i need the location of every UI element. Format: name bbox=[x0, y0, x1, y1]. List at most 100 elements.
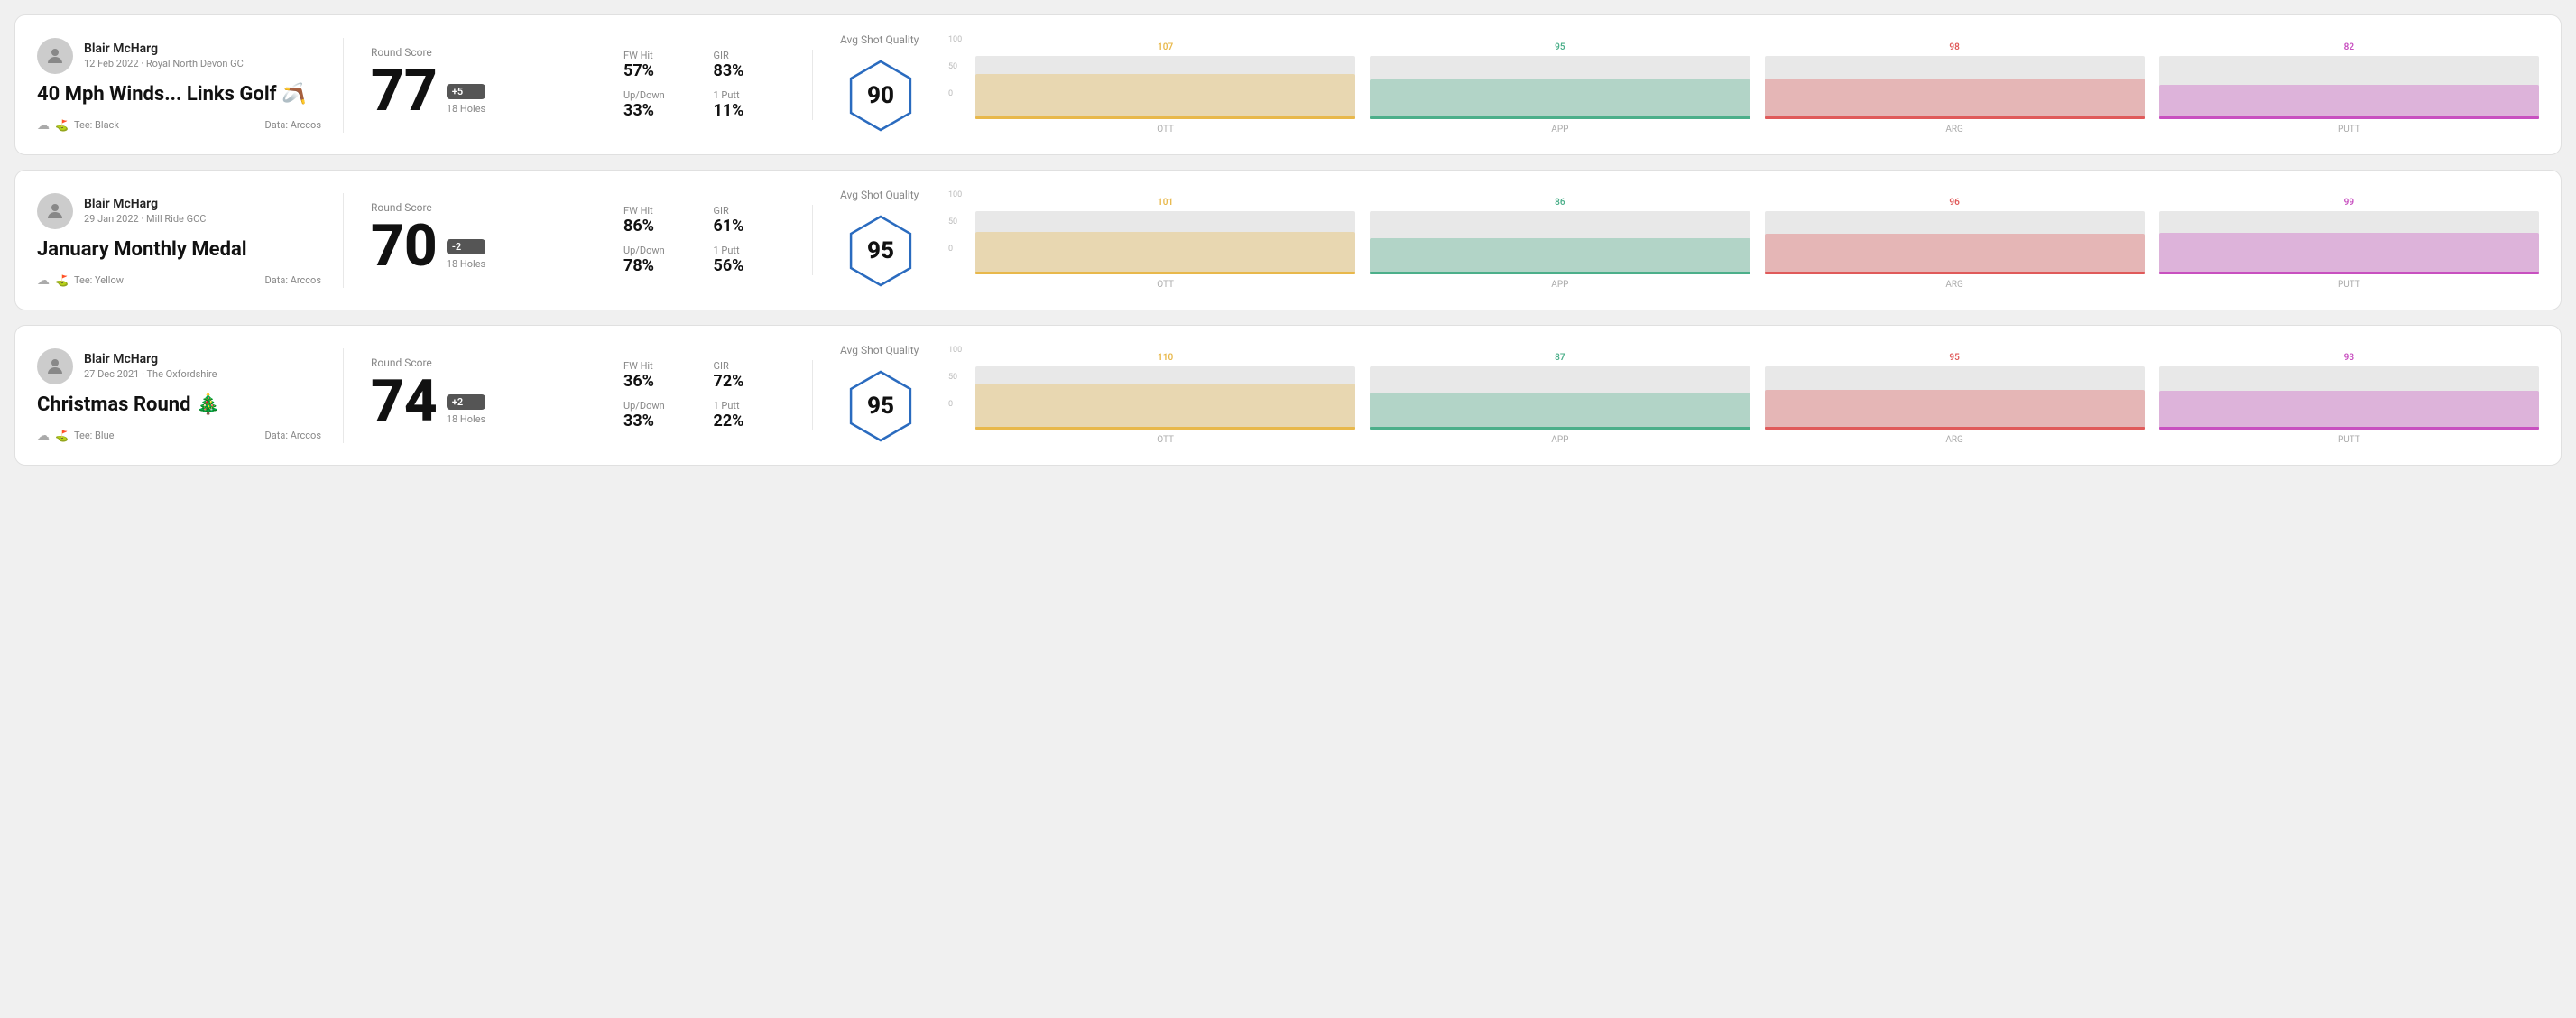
fw-hit-label: FW Hit bbox=[623, 205, 696, 217]
chart-container: 100 50 0 110 OTT 87 bbox=[948, 346, 2539, 445]
holes-label: 18 Holes bbox=[447, 258, 485, 270]
bag-icon: ⛳ bbox=[55, 430, 69, 442]
user-name: Blair McHarg bbox=[84, 197, 206, 211]
middle-section: Round Score 70 -2 18 Holes bbox=[344, 201, 596, 279]
y-axis-labels: 100 50 0 bbox=[948, 346, 962, 409]
bar-fill-arg bbox=[1765, 390, 2145, 430]
user-info: Blair McHarg 12 Feb 2022 · Royal North D… bbox=[84, 42, 244, 69]
bar-value-ott: 101 bbox=[1158, 198, 1173, 208]
hexagon: 95 bbox=[840, 366, 921, 447]
bar-line-app bbox=[1370, 116, 1750, 119]
bar-group-arg: 96 ARG bbox=[1765, 198, 2145, 290]
user-header: Blair McHarg 27 Dec 2021 · The Oxfordshi… bbox=[37, 348, 321, 384]
bar-group-putt: 82 PUTT bbox=[2159, 42, 2539, 134]
user-header: Blair McHarg 29 Jan 2022 · Mill Ride GCC bbox=[37, 193, 321, 229]
updown-value: 33% bbox=[623, 101, 696, 120]
score-row: 70 -2 18 Holes bbox=[371, 217, 568, 275]
user-icon bbox=[44, 45, 66, 67]
tee-label: Tee: Blue bbox=[74, 430, 115, 441]
score-row: 74 +2 18 Holes bbox=[371, 373, 568, 430]
user-header: Blair McHarg 12 Feb 2022 · Royal North D… bbox=[37, 38, 321, 74]
stat-fw-hit: FW Hit 36% bbox=[623, 360, 696, 391]
score-number: 70 bbox=[371, 217, 438, 275]
round-title: January Monthly Medal bbox=[37, 238, 321, 261]
avatar bbox=[37, 193, 73, 229]
bag-icon: ⛳ bbox=[55, 274, 69, 287]
bar-line-ott bbox=[975, 116, 1355, 119]
user-icon bbox=[44, 200, 66, 222]
bar-group-ott: 110 OTT bbox=[975, 353, 1355, 445]
one-putt-label: 1 Putt bbox=[714, 400, 786, 412]
stat-one-putt: 1 Putt 22% bbox=[714, 400, 786, 430]
bar-line-arg bbox=[1765, 427, 2145, 430]
score-badge-group: +5 18 Holes bbox=[447, 84, 485, 115]
score-badge: +5 bbox=[447, 84, 485, 99]
tee-info: ☁ ⛳ Tee: Blue bbox=[37, 429, 114, 443]
score-badge-group: +2 18 Holes bbox=[447, 394, 485, 425]
user-name: Blair McHarg bbox=[84, 352, 217, 366]
avg-shot-quality-label: Avg Shot Quality bbox=[840, 189, 919, 201]
user-info: Blair McHarg 27 Dec 2021 · The Oxfordshi… bbox=[84, 352, 217, 380]
bar-label-app: APP bbox=[1551, 435, 1568, 445]
updown-value: 78% bbox=[623, 256, 696, 275]
bar-value-app: 87 bbox=[1555, 353, 1565, 363]
gir-label: GIR bbox=[714, 50, 786, 61]
user-icon bbox=[44, 356, 66, 377]
fw-hit-label: FW Hit bbox=[623, 360, 696, 372]
bar-line-arg bbox=[1765, 272, 2145, 274]
bar-fill-app bbox=[1370, 393, 1750, 430]
stat-one-putt: 1 Putt 11% bbox=[714, 89, 786, 120]
bar-wrapper-ott bbox=[975, 56, 1355, 119]
stats-grid: FW Hit 86% GIR 61% Up/Down 78% 1 Putt 56… bbox=[623, 205, 785, 275]
bar-label-putt: PUTT bbox=[2338, 435, 2360, 445]
bar-fill-putt bbox=[2159, 85, 2539, 120]
round-title: Christmas Round 🎄 bbox=[37, 393, 321, 416]
holes-label: 18 Holes bbox=[447, 103, 485, 115]
right-section: Avg Shot Quality 95 100 50 0 110 bbox=[813, 344, 2539, 447]
hexagon: 95 bbox=[840, 210, 921, 292]
gir-label: GIR bbox=[714, 360, 786, 372]
bar-line-ott bbox=[975, 272, 1355, 274]
bar-line-putt bbox=[2159, 116, 2539, 119]
left-section: Blair McHarg 12 Feb 2022 · Royal North D… bbox=[37, 38, 344, 133]
chart-container: 100 50 0 101 OTT 86 bbox=[948, 190, 2539, 290]
bar-group-ott: 101 OTT bbox=[975, 198, 1355, 290]
y-axis-labels: 100 50 0 bbox=[948, 35, 962, 98]
updown-label: Up/Down bbox=[623, 89, 696, 101]
bar-label-app: APP bbox=[1551, 280, 1568, 290]
bar-wrapper-app bbox=[1370, 56, 1750, 119]
bar-line-ott bbox=[975, 427, 1355, 430]
updown-value: 33% bbox=[623, 412, 696, 430]
bar-label-putt: PUTT bbox=[2338, 280, 2360, 290]
score-row: 77 +5 18 Holes bbox=[371, 62, 568, 120]
bar-line-app bbox=[1370, 272, 1750, 274]
footer-info: ☁ ⛳ Tee: Yellow Data: Arccos bbox=[37, 273, 321, 288]
stats-grid: FW Hit 57% GIR 83% Up/Down 33% 1 Putt 11… bbox=[623, 50, 785, 120]
date-venue: 27 Dec 2021 · The Oxfordshire bbox=[84, 368, 217, 380]
fw-hit-value: 36% bbox=[623, 372, 696, 391]
bar-wrapper-arg bbox=[1765, 56, 2145, 119]
round-card-2: Blair McHarg 29 Jan 2022 · Mill Ride GCC… bbox=[14, 170, 2562, 310]
right-section: Avg Shot Quality 95 100 50 0 101 bbox=[813, 189, 2539, 292]
bar-value-putt: 82 bbox=[2344, 42, 2354, 52]
score-badge-group: -2 18 Holes bbox=[447, 239, 485, 270]
fw-hit-value: 57% bbox=[623, 61, 696, 80]
score-badge: -2 bbox=[447, 239, 485, 255]
middle-section: Round Score 77 +5 18 Holes bbox=[344, 46, 596, 124]
bar-value-ott: 110 bbox=[1158, 353, 1173, 363]
bar-line-putt bbox=[2159, 272, 2539, 274]
bar-group-ott: 107 OTT bbox=[975, 42, 1355, 134]
bar-label-app: APP bbox=[1551, 125, 1568, 134]
bar-fill-arg bbox=[1765, 79, 2145, 120]
left-section: Blair McHarg 29 Jan 2022 · Mill Ride GCC… bbox=[37, 193, 344, 288]
stat-gir: GIR 83% bbox=[714, 50, 786, 80]
bar-fill-putt bbox=[2159, 391, 2539, 430]
holes-label: 18 Holes bbox=[447, 413, 485, 425]
round-card-1: Blair McHarg 12 Feb 2022 · Royal North D… bbox=[14, 14, 2562, 155]
stat-updown: Up/Down 33% bbox=[623, 89, 696, 120]
bar-fill-app bbox=[1370, 79, 1750, 119]
bar-wrapper-app bbox=[1370, 366, 1750, 430]
bar-wrapper-arg bbox=[1765, 366, 2145, 430]
bar-line-putt bbox=[2159, 427, 2539, 430]
score-number: 77 bbox=[371, 62, 438, 120]
